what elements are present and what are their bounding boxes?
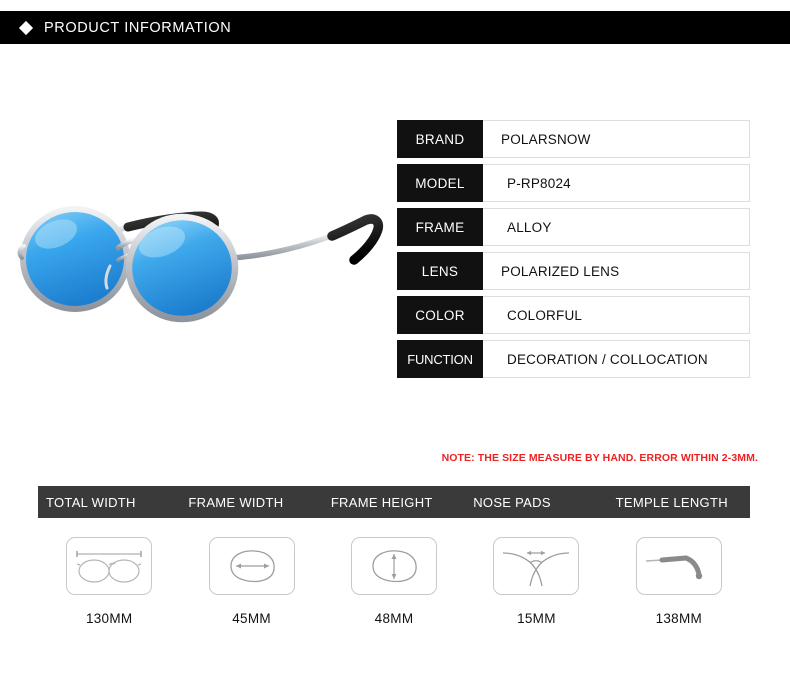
lens-height-arrow-icon: [351, 537, 438, 595]
table-row: COLOR COLORFUL: [397, 296, 750, 334]
glasses-total-width-icon: [66, 537, 153, 595]
spec-label-model: MODEL: [397, 164, 483, 202]
spec-value-brand: POLARSNOW: [483, 120, 750, 158]
spec-value-frame: ALLOY: [483, 208, 750, 246]
sunglasses-illustration: [17, 206, 384, 323]
measure-value-total-width: 130MM: [85, 611, 133, 626]
measure-value-frame-width: 45MM: [232, 611, 271, 626]
diamond-icon: [18, 20, 34, 35]
measure-header-frame-height: FRAME HEIGHT: [330, 494, 433, 510]
spec-label-brand: BRAND: [397, 120, 483, 158]
table-row: FUNCTION DECORATION / COLLOCATION: [397, 340, 750, 378]
nose-bridge-arrow-glyph: [503, 550, 570, 587]
lens-width-arrow-icon: [208, 537, 295, 595]
product-photo: [6, 168, 396, 368]
lens-height-arrow-glyph: [372, 550, 417, 583]
measure-column-nose-pads: 15MM: [465, 537, 607, 626]
measure-header-frame-width: FRAME WIDTH: [188, 494, 284, 510]
lens-width-arrow-glyph: [229, 550, 275, 583]
measure-column-frame-height: 48MM: [323, 537, 465, 626]
temple-arm-glyph: [645, 555, 703, 580]
measure-header-total-width: TOTAL WIDTH: [46, 494, 136, 510]
page-title: PRODUCT INFORMATION: [44, 19, 232, 36]
table-row: FRAME ALLOY: [397, 208, 750, 246]
nose-bridge-arrow-icon: [493, 537, 580, 595]
table-row: BRAND POLARSNOW: [397, 120, 750, 158]
measure-column-total-width: 130MM: [38, 537, 180, 626]
page-header-bar: PRODUCT INFORMATION: [0, 11, 790, 44]
measure-header-temple-length: TEMPLE LENGTH: [615, 494, 728, 510]
spec-value-color: COLORFUL: [483, 296, 750, 334]
size-measurement-note: NOTE: THE SIZE MEASURE BY HAND. ERROR WI…: [441, 452, 758, 464]
measure-value-frame-height: 48MM: [374, 611, 414, 626]
measure-value-temple-length: 138MM: [655, 611, 703, 626]
glasses-total-width-glyph: [76, 551, 142, 583]
spec-label-lens: LENS: [397, 252, 483, 290]
measurement-header-bar: TOTAL WIDTH FRAME WIDTH FRAME HEIGHT NOS…: [38, 486, 750, 518]
measure-column-frame-width: 45MM: [180, 537, 322, 626]
spec-label-function: FUNCTION: [397, 340, 483, 378]
measure-value-nose-pads: 15MM: [517, 611, 556, 626]
spec-value-model: P-RP8024: [483, 164, 750, 202]
specification-table: BRAND POLARSNOW MODEL P-RP8024 FRAME ALL…: [397, 120, 750, 384]
spec-value-function: DECORATION / COLLOCATION: [483, 340, 750, 378]
table-row: MODEL P-RP8024: [397, 164, 750, 202]
spec-label-frame: FRAME: [397, 208, 483, 246]
spec-label-color: COLOR: [397, 296, 483, 334]
table-row: LENS POLARIZED LENS: [397, 252, 750, 290]
measurement-body: 130MM 45MM 48MM 15MM 138MM: [38, 537, 750, 626]
measurement-section: TOTAL WIDTH FRAME WIDTH FRAME HEIGHT NOS…: [38, 486, 750, 626]
temple-arm-icon: [635, 537, 722, 595]
measure-column-temple-length: 138MM: [608, 537, 750, 626]
measure-header-nose-pads: NOSE PADS: [473, 494, 551, 510]
spec-value-lens: POLARIZED LENS: [483, 252, 750, 290]
